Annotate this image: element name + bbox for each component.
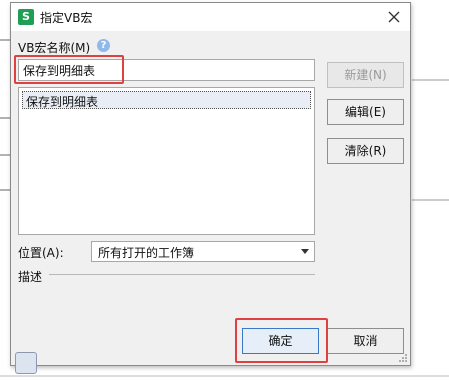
sheet-tab-icon[interactable] — [15, 352, 37, 374]
list-item[interactable]: 保存到明细表 — [22, 91, 311, 109]
macro-name-label: VB宏名称(M) — [18, 41, 91, 55]
cancel-button[interactable]: 取消 — [327, 328, 404, 354]
location-select[interactable]: 所有打开的工作簿 — [91, 241, 315, 262]
new-button[interactable]: 新建(N) — [327, 62, 404, 88]
clear-button[interactable]: 清除(R) — [327, 138, 404, 164]
chevron-down-icon — [301, 249, 309, 254]
title-bar: S 指定VB宏 — [11, 3, 410, 31]
resize-grip-icon[interactable] — [398, 353, 408, 363]
edit-button[interactable]: 编辑(E) — [327, 99, 404, 125]
help-icon[interactable]: ? — [97, 39, 110, 52]
macro-list[interactable]: 保存到明细表 — [18, 87, 315, 235]
dialog-title: 指定VB宏 — [40, 11, 93, 25]
macro-name-input[interactable] — [18, 59, 315, 81]
close-icon[interactable] — [384, 7, 404, 27]
location-selected-value: 所有打开的工作簿 — [98, 246, 195, 260]
ok-button[interactable]: 确定 — [242, 328, 319, 354]
description-label: 描述 — [18, 270, 43, 284]
app-icon: S — [18, 9, 34, 25]
description-divider — [49, 274, 315, 275]
specify-vb-macro-dialog: S 指定VB宏 VB宏名称(M) ? 保存到明细表 新建(N) 编辑(E) 清除… — [10, 2, 411, 366]
location-label: 位置(A): — [18, 246, 64, 260]
